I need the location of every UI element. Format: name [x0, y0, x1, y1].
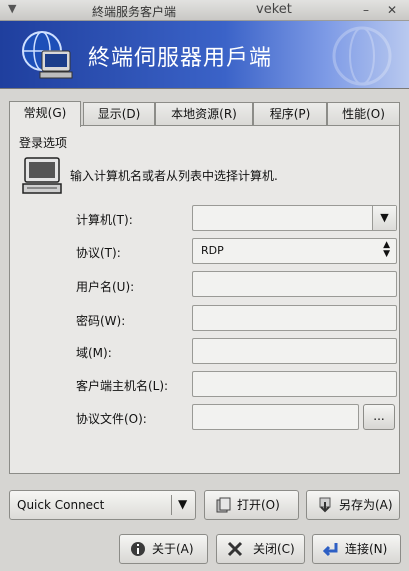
quick-connect-combo[interactable]: Quick Connect ▼ — [9, 490, 196, 520]
save-as-button[interactable]: 另存为(A) — [306, 490, 400, 520]
quick-connect-value: Quick Connect — [17, 498, 105, 512]
title-bar: ▼ 終端服务客户端 veket – ✕ — [0, 0, 409, 21]
instruction-text: 输入计算机名或者从列表中选择计算机. — [70, 169, 278, 183]
client-hostname-input[interactable] — [192, 371, 397, 397]
client-hostname-label: 客户端主机名(L): — [76, 379, 169, 393]
domain-label: 域(M): — [76, 346, 112, 360]
app-name: veket — [256, 2, 292, 17]
banner-title: 終端伺服器用戶端 — [88, 46, 273, 71]
connect-arrow-icon — [323, 543, 338, 557]
tab-bar: 常规(G) 显示(D) 本地资源(R) 程序(P) 性能(O) — [9, 101, 400, 127]
username-label: 用户名(U): — [76, 280, 135, 294]
computer-icon — [22, 157, 62, 194]
protocol-select[interactable]: RDP ▲ ▼ — [192, 238, 397, 264]
browse-button[interactable]: ... — [363, 404, 395, 430]
globe-computer-icon — [22, 31, 73, 79]
minimize-icon[interactable]: – — [358, 2, 374, 18]
computer-label: 计算机(T): — [76, 213, 133, 227]
open-icon — [216, 497, 231, 513]
section-label: 登录选项 — [19, 136, 68, 150]
open-button[interactable]: 打开(O) — [204, 490, 299, 520]
about-button[interactable]: 关于(A) — [119, 534, 208, 564]
updown-arrows-icon: ▲ ▼ — [383, 240, 390, 259]
general-panel: 登录选项 输入计算机名或者从列表中选择计算机. 计算机(T): ▼ 协议(T):… — [9, 125, 400, 474]
protocol-file-input[interactable] — [192, 404, 359, 430]
tab-programs[interactable]: 程序(P) — [253, 102, 327, 126]
save-icon — [319, 497, 331, 513]
password-input[interactable] — [192, 305, 397, 331]
close-x-icon — [227, 541, 243, 557]
tab-local-resources[interactable]: 本地资源(R) — [155, 102, 253, 126]
username-input[interactable] — [192, 271, 397, 297]
domain-input[interactable] — [192, 338, 397, 364]
separator — [171, 495, 172, 515]
tab-general[interactable]: 常规(G) — [9, 101, 81, 127]
window-menu-icon[interactable]: ▼ — [8, 2, 16, 15]
protocol-file-label: 协议文件(O): — [76, 412, 147, 426]
info-icon — [131, 542, 145, 556]
close-button[interactable]: 关闭(C) — [216, 534, 305, 564]
connect-button[interactable]: 连接(N) — [312, 534, 401, 564]
banner-watermark-icon — [332, 26, 392, 86]
dropdown-arrow-icon[interactable]: ▼ — [372, 206, 396, 230]
close-icon[interactable]: ✕ — [384, 2, 400, 18]
computer-combo[interactable]: ▼ — [192, 205, 397, 231]
tab-display[interactable]: 显示(D) — [83, 102, 155, 126]
window-title: 終端服务客户端 — [92, 5, 177, 19]
dropdown-arrow-icon[interactable]: ▼ — [178, 497, 187, 511]
protocol-label: 协议(T): — [76, 246, 121, 260]
protocol-value: RDP — [201, 244, 224, 257]
tab-performance[interactable]: 性能(O) — [327, 102, 400, 126]
password-label: 密码(W): — [76, 314, 126, 328]
banner: 終端伺服器用戶端 — [0, 21, 409, 89]
